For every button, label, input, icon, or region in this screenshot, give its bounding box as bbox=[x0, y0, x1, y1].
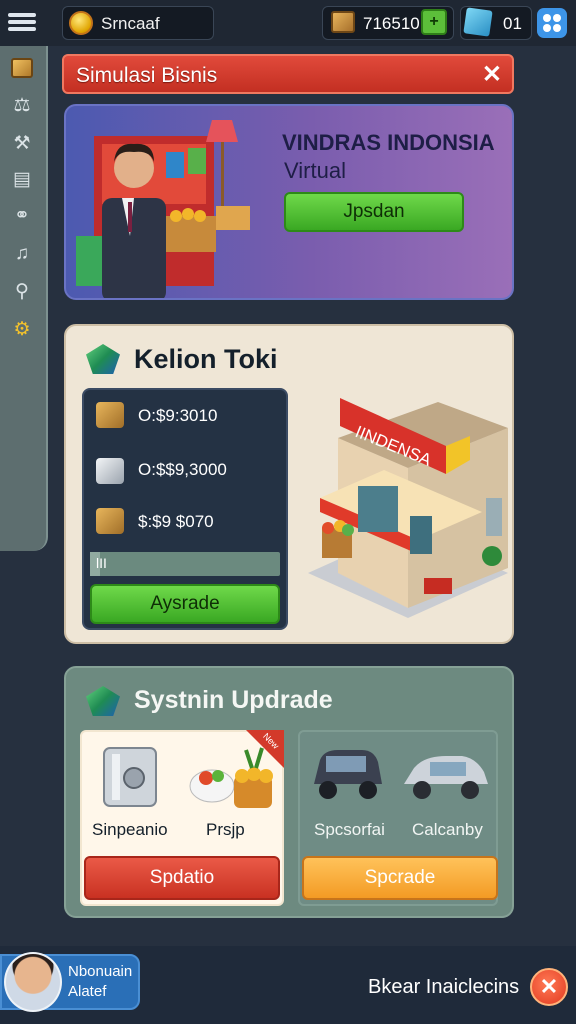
bottom-bar: Nbonuain Alatef Bkear Inaiclecins bbox=[0, 946, 576, 1024]
resource-pill-2[interactable]: 01 bbox=[460, 6, 532, 40]
system-title: Systnin Updrade bbox=[134, 686, 333, 714]
dialog-title: Simulasi Bisnis bbox=[76, 64, 218, 87]
stat-value: O:$$9,3000 bbox=[138, 460, 227, 479]
crate-icon bbox=[96, 402, 124, 428]
upgrade-option-right[interactable]: Spcsorfai Calcanby Spcrade bbox=[298, 730, 498, 906]
gem-icon bbox=[86, 344, 120, 374]
right-upgrade-button[interactable]: Spcrade bbox=[302, 856, 498, 900]
businessman-illustration bbox=[76, 120, 250, 298]
close-icon[interactable]: ✕ bbox=[482, 60, 502, 89]
dark-car-icon bbox=[314, 750, 382, 799]
shop-stats-panel: O:$9:3010 O:$$9,3000 $:$9 $070 lII Aysra… bbox=[82, 388, 288, 630]
hamburger-menu-icon[interactable] bbox=[8, 10, 36, 34]
gear-icon[interactable]: ⚙ bbox=[10, 318, 34, 342]
crate-icon[interactable] bbox=[10, 56, 34, 80]
audio-icon[interactable]: ♫ bbox=[10, 242, 34, 266]
search-icon[interactable]: ⚲ bbox=[10, 280, 34, 304]
stat-value: $:$9 $070 bbox=[138, 512, 214, 531]
gem-icon bbox=[86, 686, 120, 716]
upgrade-item-label: Prsjp bbox=[206, 820, 245, 839]
cube-icon bbox=[463, 7, 493, 37]
crate-icon bbox=[96, 508, 124, 534]
crate-icon bbox=[331, 11, 355, 33]
shop-upgrade-button[interactable]: Aysrade bbox=[90, 584, 280, 624]
system-update-card: Systnin Updrade New Sinpeanio Prsjp Spda… bbox=[64, 666, 514, 918]
storefront-illustration: IINDENSA bbox=[308, 398, 508, 618]
grid-menu-icon[interactable] bbox=[537, 8, 567, 38]
sidebar: ⚖ ⚒ ▤ ⚭ ♫ ⚲ ⚙ bbox=[0, 46, 48, 551]
left-upgrade-button[interactable]: Spdatio bbox=[84, 856, 280, 900]
shop-card: Kelion Toki O:$9:3010 O:$$9,3000 $:$9 $0… bbox=[64, 324, 514, 644]
avatar bbox=[4, 952, 62, 1012]
shop-progress-bar: lII bbox=[90, 552, 280, 576]
profile-name-line1: Nbonuain bbox=[68, 963, 133, 980]
stat-value: O:$9:3010 bbox=[138, 406, 218, 425]
shop-title: Kelion Toki bbox=[134, 344, 278, 374]
player-name: Srncaaf bbox=[101, 14, 160, 33]
gear-box-icon bbox=[96, 458, 124, 484]
player-coin-pill[interactable]: Srncaaf bbox=[62, 6, 214, 40]
profile-name-line2: Alatef bbox=[68, 983, 107, 1000]
player-profile[interactable]: Nbonuain Alatef bbox=[0, 952, 140, 1012]
upgrade-option-left[interactable]: New Sinpeanio Prsjp Spdatio bbox=[80, 730, 284, 906]
produce-basket-icon bbox=[189, 747, 273, 808]
hammer-icon[interactable]: ⚒ bbox=[10, 132, 34, 156]
resource-1-value: 716510 bbox=[363, 14, 420, 33]
hero-action-button[interactable]: Jpsdan bbox=[284, 192, 464, 232]
resource-2-value: 01 bbox=[503, 14, 522, 33]
coins-icon[interactable]: ⚖ bbox=[10, 94, 34, 118]
dialog-title-bar: Simulasi Bisnis ✕ bbox=[62, 54, 514, 94]
upgrade-item-label: Calcanby bbox=[412, 820, 483, 839]
company-name: VINDRAS INDONSIA bbox=[282, 130, 495, 155]
add-resource-icon[interactable]: + bbox=[421, 9, 447, 35]
close-icon[interactable]: ✕ bbox=[530, 968, 568, 1006]
progress-tick: lII bbox=[96, 555, 107, 571]
hero-card: VINDRAS INDONSIA Virtual Jpsdan bbox=[64, 104, 514, 300]
silver-car-icon bbox=[404, 756, 488, 799]
resource-pill-1[interactable]: 716510 + bbox=[322, 6, 454, 40]
link-icon[interactable]: ⚭ bbox=[10, 204, 34, 228]
bottom-message: Bkear Inaiclecins bbox=[368, 976, 520, 998]
upgrade-item-label: Sinpeanio bbox=[92, 820, 168, 839]
storage-icon[interactable]: ▤ bbox=[10, 168, 34, 192]
coin-icon bbox=[69, 11, 93, 35]
safe-icon bbox=[103, 747, 157, 807]
upgrade-item-label: Spcsorfai bbox=[314, 820, 385, 839]
company-subtitle: Virtual bbox=[284, 158, 346, 183]
top-bar: Srncaaf 716510 + 01 bbox=[0, 0, 576, 46]
